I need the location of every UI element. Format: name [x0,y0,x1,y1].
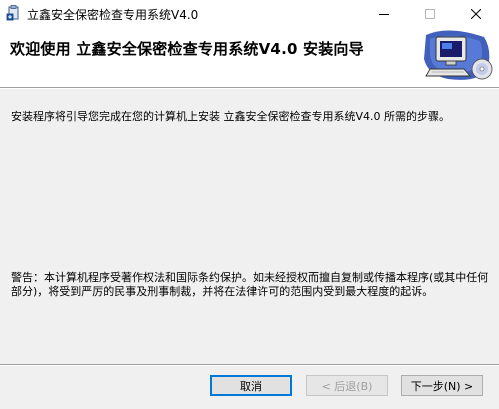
computer-with-disc-icon [418,29,496,85]
window-title: 立鑫安全保密检查专用系统V4.0 [27,8,199,22]
close-icon [471,8,481,19]
maximize-button [407,0,453,27]
minimize-icon [379,13,389,15]
copyright-warning-text: 警告：本计算机程序受著作权法和国际条约保护。如未经授权而擅自复制或传播本程序(或… [11,271,489,298]
title-bar[interactable]: 立鑫安全保密检查专用系统V4.0 [0,0,499,27]
footer-divider-highlight [0,365,499,366]
minimize-button[interactable] [361,0,407,27]
close-button[interactable] [453,0,499,27]
wizard-header: 欢迎使用 立鑫安全保密检查专用系统V4.0 安装向导 [0,27,499,87]
intro-text: 安装程序将引导您完成在您的计算机上安装 立鑫安全保密检查专用系统V4.0 所需的… [11,110,451,123]
installer-app-icon [6,5,22,21]
header-divider-highlight [0,88,499,89]
back-button: < 后退(B) [306,375,388,396]
header-title: 欢迎使用 立鑫安全保密检查专用系统V4.0 安装向导 [10,40,364,58]
next-button[interactable]: 下一步(N) > [401,375,483,396]
cancel-button[interactable]: 取消 [210,375,292,396]
maximize-icon [425,8,435,19]
